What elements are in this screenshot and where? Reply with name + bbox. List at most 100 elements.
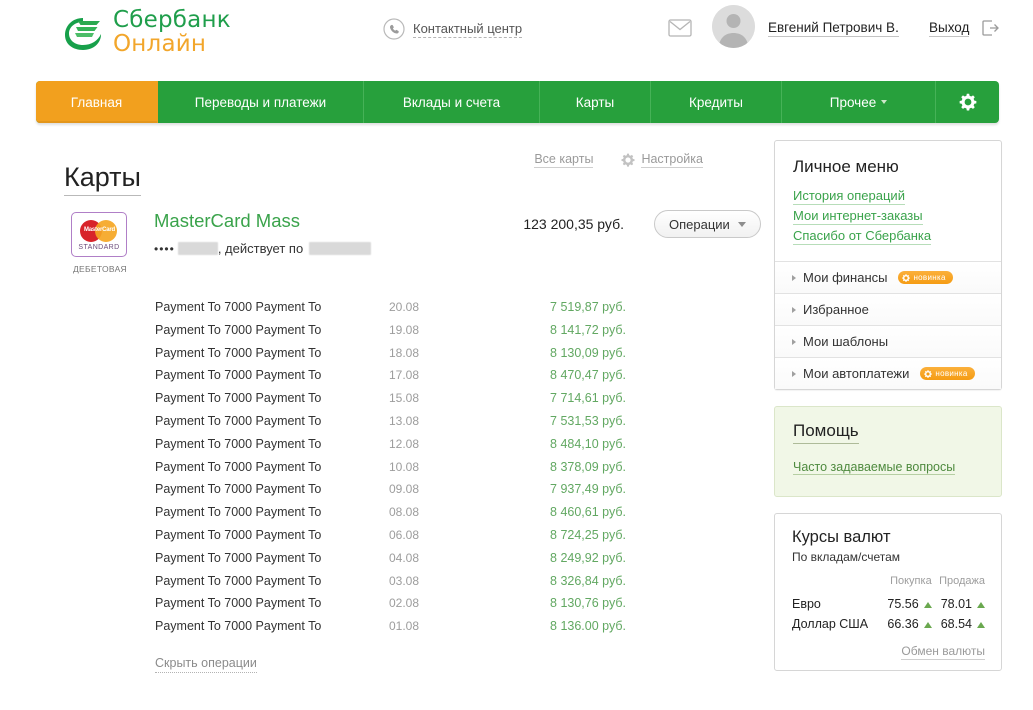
table-row[interactable]: Payment To 7000 Payment To 06.08 8 724,25 … xyxy=(64,528,754,551)
transaction-description: Payment To 7000 Payment To xyxy=(155,345,322,360)
transaction-date: 17.08 xyxy=(389,368,420,383)
card-number-redacted xyxy=(177,242,218,255)
card-number-line: •••• , действует по xyxy=(154,241,372,256)
table-row[interactable]: Payment To 7000 Payment To 12.08 8 484,10 … xyxy=(64,437,754,460)
chevron-right-icon xyxy=(792,370,796,377)
logo-text: Сбербанк Онлайн xyxy=(113,8,231,56)
gear-icon xyxy=(924,369,933,378)
page-title: Карты xyxy=(64,162,141,197)
table-row[interactable]: Payment To 7000 Payment To 13.08 7 531,53 … xyxy=(64,414,754,437)
nav-settings-button[interactable] xyxy=(936,81,999,123)
transaction-description: Payment To 7000 Payment To xyxy=(155,527,322,542)
personal-menu-link-1[interactable]: Мои интернет-заказы xyxy=(793,208,923,225)
trend-up-icon xyxy=(923,622,932,629)
personal-menu-link-2[interactable]: Спасибо от Сбербанка xyxy=(793,228,932,245)
transaction-description: Payment To 7000 Payment To xyxy=(155,300,322,314)
exchange-currency-link[interactable]: Обмен валюты xyxy=(792,644,985,661)
settings-control[interactable]: Настройка xyxy=(621,152,703,168)
rates-buy-value: 66.36 xyxy=(887,617,919,632)
table-row[interactable]: Payment To 7000 Payment To 20.08 7 519,87 … xyxy=(64,300,754,323)
transaction-date: 04.08 xyxy=(389,550,420,565)
nav-item-label: Переводы и платежи xyxy=(194,94,327,110)
contact-center[interactable]: Контактный центр xyxy=(383,18,523,40)
table-row[interactable]: Payment To 7000 Payment To 17.08 8 470,47 … xyxy=(64,368,754,391)
transaction-amount: 7 531,53 руб. xyxy=(550,413,626,428)
transaction-date: 15.08 xyxy=(389,391,420,406)
mail-icon[interactable] xyxy=(668,18,692,38)
help-faq-wrap: Часто задаваемые вопросы xyxy=(793,458,983,476)
sberbank-online-page: Сбербанк Онлайн Контактный центр Евгений… xyxy=(0,0,1033,710)
user-name-link[interactable]: Евгений Петрович В. xyxy=(768,20,899,37)
rates-col-sell: Продажа xyxy=(939,575,985,588)
all-cards-link[interactable]: Все карты xyxy=(534,152,594,168)
sberbank-logo-icon xyxy=(65,18,101,51)
accordion-item-label: Избранное xyxy=(803,302,869,317)
rates-col-buy: Покупка xyxy=(890,575,932,588)
table-row[interactable]: Payment To 7000 Payment To 02.08 8 130,76 … xyxy=(64,596,754,619)
transaction-amount: 8 249,92 руб. xyxy=(550,550,626,565)
nav-item-label: Кредиты xyxy=(689,94,743,110)
table-row[interactable]: Payment To 7000 Payment To 19.08 8 141,72 … xyxy=(64,323,754,346)
transaction-date: 13.08 xyxy=(389,413,420,428)
sberbank-logo[interactable]: Сбербанк Онлайн xyxy=(62,8,231,56)
trend-up-icon xyxy=(923,602,932,609)
help-title[interactable]: Помощь xyxy=(793,421,859,444)
nav-item-5[interactable]: Прочее xyxy=(782,81,936,123)
card-expiry-redacted xyxy=(309,242,372,255)
contact-center-label[interactable]: Контактный центр xyxy=(413,21,523,38)
table-row[interactable]: Payment To 7000 Payment To 10.08 8 378,09 … xyxy=(64,460,754,483)
table-row[interactable]: Payment To 7000 Payment To 15.08 7 714,61 … xyxy=(64,391,754,414)
card-name-link[interactable]: MasterCard Mass xyxy=(154,210,300,232)
transaction-description: Payment To 7000 Payment To xyxy=(155,596,322,611)
rates-row: Доллар США 66.36 68.54 xyxy=(792,614,985,634)
hide-operations-link[interactable]: Скрыть операции xyxy=(155,656,257,673)
nav-item-2[interactable]: Вклады и счета xyxy=(364,81,540,123)
table-row[interactable]: Payment To 7000 Payment To 08.08 8 460,61 … xyxy=(64,505,754,528)
transaction-date: 12.08 xyxy=(389,436,420,451)
page-header: Сбербанк Онлайн Контактный центр Евгений… xyxy=(0,0,1033,62)
personal-menu-title: Личное меню xyxy=(793,157,899,176)
transaction-date: 06.08 xyxy=(389,527,420,542)
table-row[interactable]: Payment To 7000 Payment To 01.08 8 136.00 … xyxy=(64,619,754,642)
transaction-amount: 8 136.00 руб. xyxy=(550,619,626,634)
new-badge-label: новинка xyxy=(935,369,968,378)
accordion-item-1[interactable]: Избранное xyxy=(775,293,1001,325)
nav-item-0[interactable]: Главная xyxy=(36,81,158,123)
nav-item-3[interactable]: Карты xyxy=(540,81,651,123)
transaction-date: 01.08 xyxy=(389,619,420,634)
logout-link[interactable]: Выход xyxy=(929,20,970,37)
accordion-item-label: Мои автоплатежи xyxy=(803,366,910,381)
mastercard-circles-icon: MasterCard xyxy=(80,220,118,242)
transaction-amount: 8 130,76 руб. xyxy=(550,596,626,611)
nav-item-4[interactable]: Кредиты xyxy=(651,81,782,123)
accordion-item-0[interactable]: Мои финансы новинка xyxy=(775,261,1001,293)
operations-button[interactable]: Операции xyxy=(654,210,761,238)
transaction-date: 20.08 xyxy=(389,300,420,314)
table-row[interactable]: Payment To 7000 Payment To 03.08 8 326,84 … xyxy=(64,574,754,597)
transaction-date: 18.08 xyxy=(389,345,420,360)
rates-col-currency xyxy=(792,575,880,594)
logo-line-2: Онлайн xyxy=(113,31,207,58)
transaction-description: Payment To 7000 Payment To xyxy=(155,391,322,406)
transaction-amount: 8 470,47 руб. xyxy=(550,368,626,383)
rates-buy-value: 75.56 xyxy=(887,597,919,612)
transaction-description: Payment To 7000 Payment To xyxy=(155,459,322,474)
transaction-amount: 8 378,09 руб. xyxy=(550,459,626,474)
personal-menu-link-0[interactable]: История операций xyxy=(793,188,905,205)
table-row[interactable]: Payment To 7000 Payment To 09.08 7 937,49 … xyxy=(64,482,754,505)
avatar[interactable] xyxy=(712,5,755,48)
logout-icon[interactable] xyxy=(982,20,999,36)
table-row[interactable]: Payment To 7000 Payment To 18.08 8 130,09 … xyxy=(64,346,754,369)
gear-icon xyxy=(621,153,635,167)
settings-link[interactable]: Настройка xyxy=(641,152,703,168)
transaction-description: Payment To 7000 Payment To xyxy=(155,322,322,337)
transaction-description: Payment To 7000 Payment To xyxy=(155,482,322,497)
gear-icon xyxy=(902,273,911,282)
accordion-item-2[interactable]: Мои шаблоны xyxy=(775,325,1001,357)
table-row[interactable]: Payment To 7000 Payment To 04.08 8 249,92 … xyxy=(64,551,754,574)
nav-item-1[interactable]: Переводы и платежи xyxy=(158,81,364,123)
personal-menu-panel: Личное меню История операций Мои интернет… xyxy=(774,140,1002,390)
help-faq-link[interactable]: Часто задаваемые вопросы xyxy=(793,460,956,475)
accordion-item-3[interactable]: Мои автоплатежи новинка xyxy=(775,357,1001,389)
transaction-amount: 8 141,72 руб. xyxy=(550,322,626,337)
